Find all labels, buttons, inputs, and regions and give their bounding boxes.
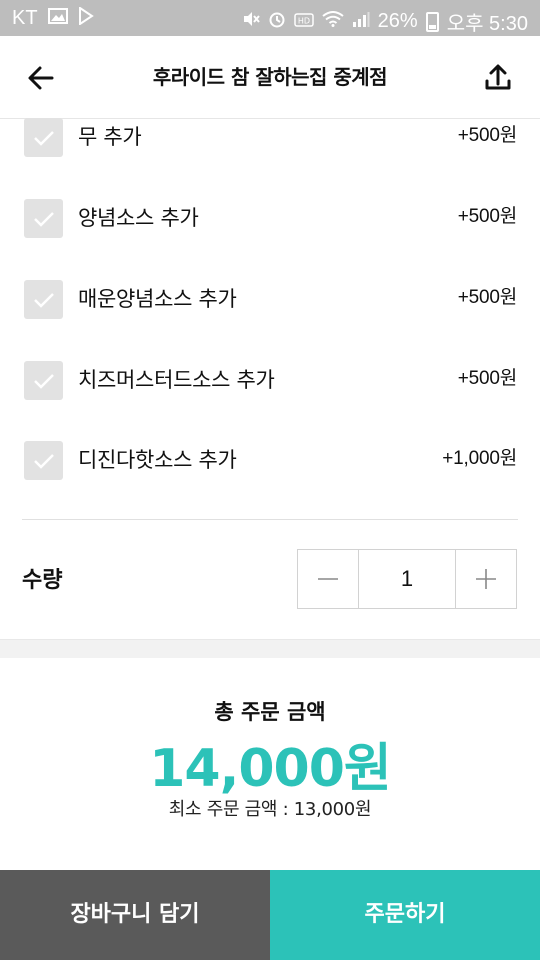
page-title: 후라이드 참 잘하는집 중계점: [152, 65, 388, 89]
wifi-icon: [322, 11, 344, 32]
quantity-label: 수량: [22, 568, 63, 593]
clock: 오후 5:30: [446, 13, 528, 35]
option-row[interactable]: 무 추가 +500원: [0, 118, 540, 178]
play-store-icon: [78, 6, 94, 30]
order-button[interactable]: 주문하기: [270, 870, 540, 960]
option-row[interactable]: 디진다핫소스 추가 +1,000원: [0, 441, 540, 501]
arrow-left-icon: [28, 66, 54, 90]
increase-button[interactable]: [455, 550, 516, 608]
option-price: +500원: [457, 287, 517, 308]
svg-text:HD: HD: [298, 16, 310, 25]
option-label: 양념소스 추가: [78, 206, 199, 230]
option-label: 매운양념소스 추가: [78, 287, 237, 311]
minimum-order-amount: 최소 주문 금액 : 13,000원: [168, 799, 372, 820]
gallery-icon: [47, 8, 68, 29]
option-label: 치즈머스터드소스 추가: [78, 368, 275, 392]
option-price: +1,000원: [442, 448, 517, 469]
section-separator: [0, 639, 540, 658]
battery-icon: [425, 11, 439, 32]
share-button[interactable]: [478, 58, 518, 98]
option-price: +500원: [457, 206, 517, 227]
alarm-icon: [268, 10, 286, 33]
check-icon: [34, 293, 54, 308]
status-bar-left: KT: [12, 6, 94, 30]
option-checkbox[interactable]: [24, 280, 63, 319]
total-amount: 14,000원: [149, 739, 392, 799]
decrease-button[interactable]: [298, 550, 359, 608]
mute-icon: [242, 11, 260, 32]
share-upload-icon: [485, 64, 511, 90]
divider: [22, 519, 518, 520]
option-label: 무 추가: [78, 125, 142, 149]
option-label: 디진다핫소스 추가: [78, 448, 237, 472]
bottom-action-bar: 장바구니 담기 주문하기: [0, 870, 540, 960]
back-button[interactable]: [22, 58, 62, 98]
quantity-value: 1: [400, 566, 414, 591]
total-label: 총 주문 금액: [214, 700, 326, 724]
check-icon: [34, 131, 54, 146]
check-icon: [34, 454, 54, 469]
option-checkbox[interactable]: [24, 361, 63, 400]
check-icon: [34, 212, 54, 227]
option-row[interactable]: 매운양념소스 추가 +500원: [0, 280, 540, 340]
status-bar: KT HD 26% 오후 5:30: [0, 0, 540, 36]
option-price: +500원: [457, 368, 517, 389]
add-to-cart-button[interactable]: 장바구니 담기: [0, 870, 270, 960]
option-checkbox[interactable]: [24, 199, 63, 238]
app-header: 후라이드 참 잘하는집 중계점: [0, 36, 540, 119]
option-checkbox[interactable]: [24, 441, 63, 480]
option-row[interactable]: 양념소스 추가 +500원: [0, 199, 540, 259]
battery-percent: 26%: [377, 10, 418, 32]
carrier-label: KT: [12, 7, 38, 29]
minus-icon: [318, 578, 338, 580]
signal-icon: [352, 11, 370, 32]
status-bar-right: HD 26% 오후 5:30: [242, 7, 528, 36]
option-row[interactable]: 치즈머스터드소스 추가 +500원: [0, 361, 540, 421]
hd-icon: HD: [293, 12, 314, 32]
option-checkbox[interactable]: [24, 118, 63, 157]
option-price: +500원: [457, 125, 517, 146]
quantity-stepper: 1: [297, 549, 517, 609]
plus-icon: [476, 569, 496, 589]
check-icon: [34, 374, 54, 389]
